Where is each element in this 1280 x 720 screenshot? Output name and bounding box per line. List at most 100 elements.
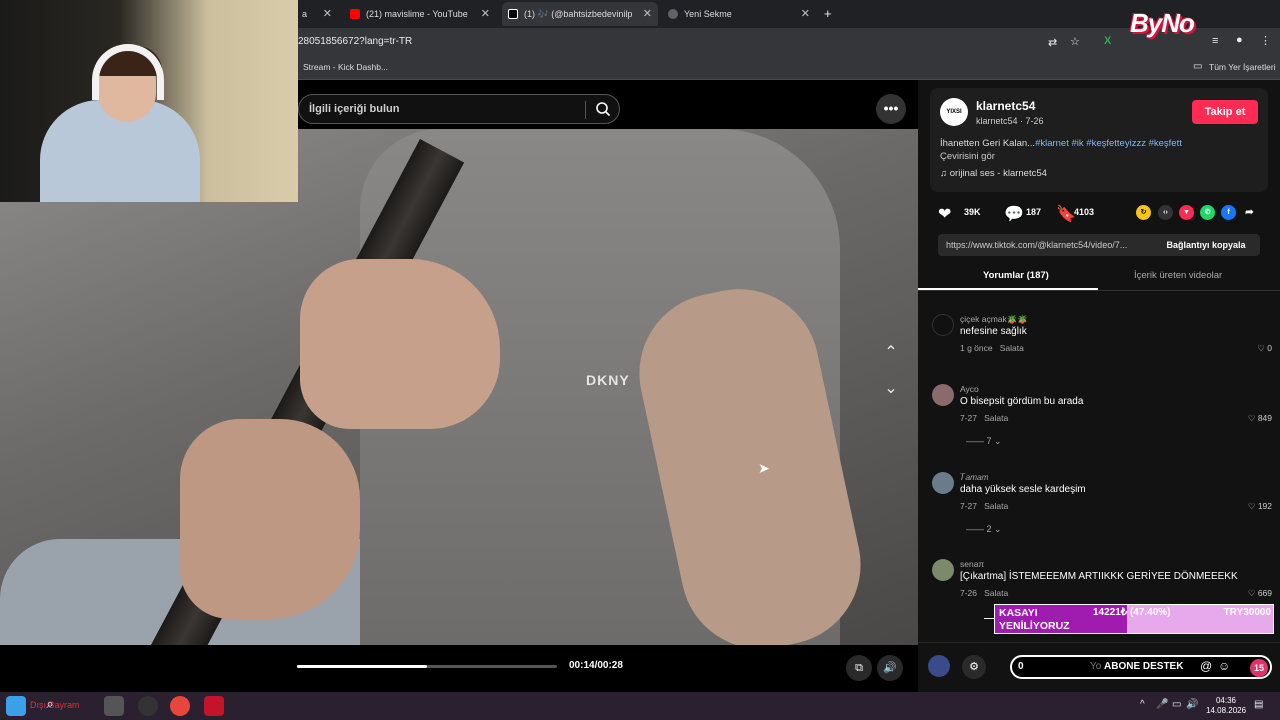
music-label[interactable]: orijinal ses - klarnetc54 — [950, 168, 1047, 179]
avatar[interactable] — [932, 472, 954, 494]
comment-text: nefesine sağlık — [960, 326, 1027, 337]
see-translation-link[interactable]: Çevirisini gör — [940, 151, 995, 162]
follow-button[interactable]: Takip et — [1192, 100, 1258, 124]
search-icon[interactable] — [595, 101, 611, 117]
comment-input-placeholder[interactable]: Yo — [1090, 661, 1101, 672]
obs-icon[interactable] — [138, 696, 158, 716]
app-icon[interactable] — [104, 696, 124, 716]
bookmark-icon[interactable]: 🔖 — [1056, 204, 1076, 223]
close-icon[interactable]: ✕ — [801, 7, 810, 20]
username[interactable]: klarnetc54 — [976, 99, 1035, 113]
music-line[interactable]: ♫ orijinal ses - klarnetc54 — [940, 168, 1047, 179]
start-icon[interactable] — [6, 696, 26, 716]
network-icon[interactable]: ▭ — [1172, 699, 1181, 710]
microphone-icon[interactable]: 🎤 — [1156, 699, 1168, 710]
comment-user[interactable]: senaπ — [960, 559, 984, 569]
tab-comments[interactable]: Yorumlar (187) — [983, 270, 1049, 281]
next-video-button[interactable]: ⌄ — [878, 376, 904, 402]
menu-icon[interactable]: ⋮ — [1260, 34, 1271, 47]
new-tab-icon[interactable]: + — [824, 6, 832, 21]
tiktok-icon — [508, 9, 518, 19]
close-icon[interactable]: ✕ — [323, 7, 332, 20]
mention-icon[interactable]: @ — [1200, 659, 1212, 673]
avatar[interactable]: YIXSI — [940, 98, 968, 126]
volume-icon[interactable]: 🔊 — [877, 655, 903, 681]
url-text[interactable]: 28051856672?lang=tr-TR — [298, 36, 412, 47]
post-subline: klarnetc54 · 7-26 — [976, 116, 1044, 126]
avatar[interactable] — [932, 384, 954, 406]
donation-amount: 14221₺ (47.40%) — [1093, 607, 1171, 618]
repost-icon[interactable]: ↻ — [1136, 205, 1151, 220]
reply-button[interactable]: Salata — [984, 413, 1008, 423]
embed-icon[interactable]: ‹› — [1158, 205, 1173, 220]
bookmark-kick[interactable]: Stream - Kick Dashb... — [303, 62, 388, 72]
share-arrow-icon[interactable]: ➦ — [1242, 205, 1257, 220]
reply-button[interactable]: Salata — [984, 588, 1008, 598]
heart-icon[interactable]: ❤ — [938, 204, 954, 223]
comment-like[interactable]: ♡ 669 — [1248, 588, 1272, 599]
comment-bar: ⚙ 0 Yo ABONE DESTEK @ ☺ 15 — [918, 642, 1280, 692]
search-bar[interactable]: İlgili içeriği bulun — [298, 94, 620, 124]
close-icon[interactable]: ✕ — [481, 7, 490, 20]
view-replies-button[interactable]: —— 7 ⌄ — [966, 436, 1002, 447]
more-options-button[interactable]: ••• — [876, 94, 906, 124]
hand — [300, 259, 500, 429]
tab-1[interactable]: a ✕ — [296, 2, 338, 26]
translate-icon[interactable]: ⇄ — [1048, 36, 1057, 49]
tab-creator-videos[interactable]: İçerik üreten videolar — [1134, 270, 1222, 281]
close-icon[interactable]: ✕ — [643, 7, 652, 20]
search-icon[interactable]: ⌕ — [40, 696, 60, 716]
copy-link-button[interactable]: Bağlantıyı kopyala — [1152, 234, 1260, 256]
comment-user[interactable]: çiçek açmak🪴🪴 — [960, 314, 1028, 325]
profile-icon[interactable]: ● — [1236, 34, 1243, 46]
gift-icon[interactable]: ⚙ — [962, 655, 986, 679]
video-info-card: YIXSI klarnetc54 klarnetc54 · 7-26 Takip… — [930, 88, 1268, 192]
reply-button[interactable]: Salata — [984, 501, 1008, 511]
tab-tiktok[interactable]: (1) 🎶 (@bahtsizbedevinilp ✕ — [502, 2, 658, 26]
share-link[interactable]: https://www.tiktok.com/@klarnetc54/video… — [946, 240, 1127, 250]
comment-user[interactable]: Ayco — [960, 384, 979, 394]
donation-title: KASAYI YENİLİYORUZ — [999, 607, 1070, 632]
comment-date: 7-27 — [960, 501, 978, 511]
facebook-icon[interactable]: f — [1221, 205, 1236, 220]
comment-meta: 7-27 Salata — [960, 413, 1008, 423]
tab-youtube[interactable]: (21) mavislime - YouTube ✕ — [344, 2, 496, 26]
whatsapp-icon[interactable]: ✆ — [1200, 205, 1215, 220]
avatar[interactable] — [932, 559, 954, 581]
bookmark-all[interactable]: Tüm Yer İşaretleri — [1209, 62, 1276, 72]
progress-fill — [297, 665, 427, 668]
tray-chevron-icon[interactable]: ^ — [1140, 699, 1145, 710]
comment-date: 7-26 — [960, 588, 978, 598]
reply-count: 2 — [986, 524, 992, 534]
tab-new[interactable]: Yeni Sekme ✕ — [662, 2, 816, 26]
avatar[interactable] — [932, 314, 954, 336]
send-icon[interactable]: ▼ — [1179, 205, 1194, 220]
view-replies-button[interactable]: —— 2 ⌄ — [966, 524, 1002, 535]
media-icon[interactable]: ≡ — [1212, 35, 1218, 47]
emoji-icon[interactable]: ☺ — [1218, 659, 1230, 673]
floating-player-icon[interactable]: ⧉ — [846, 655, 872, 681]
reply-button[interactable]: Salata — [1000, 343, 1024, 353]
caption-hashtags[interactable]: #klarnet #ik #keşfetteyizzz #keşfett — [1035, 138, 1182, 149]
notification-icon[interactable]: ▤ — [1254, 699, 1263, 710]
comment-meta: 7-26 Salata — [960, 588, 1008, 598]
app-icon[interactable] — [204, 696, 224, 716]
progress-bar[interactable] — [297, 665, 557, 668]
previous-video-button[interactable]: ⌃ — [878, 340, 904, 366]
clock[interactable]: 04:36 14.08.2026 — [1206, 696, 1246, 716]
star-icon[interactable]: ☆ — [1070, 35, 1080, 48]
comment-like[interactable]: ♡ 192 — [1248, 501, 1272, 512]
streamer-logo: ByNo — [1130, 8, 1195, 38]
comment-text: O bisepsit gördüm bu arada — [960, 396, 1084, 407]
comment-user[interactable]: 𝑇𝑎𝑚𝑎𝑚 — [960, 472, 988, 483]
search-input[interactable]: İlgili içeriği bulun — [309, 103, 399, 115]
comment-date: 7-27 — [960, 413, 978, 423]
extension-icon[interactable]: X — [1104, 35, 1111, 47]
volume-icon[interactable]: 🔊 — [1186, 699, 1198, 710]
chrome-icon[interactable] — [170, 696, 190, 716]
comment-like[interactable]: ♡ 0 — [1257, 343, 1272, 354]
comment-icon[interactable]: 💬 — [1004, 204, 1024, 223]
video-frame[interactable]: DKNY — [0, 129, 918, 645]
comment-like[interactable]: ♡ 849 — [1248, 413, 1272, 424]
subscriber-count: 0 — [1018, 661, 1024, 672]
